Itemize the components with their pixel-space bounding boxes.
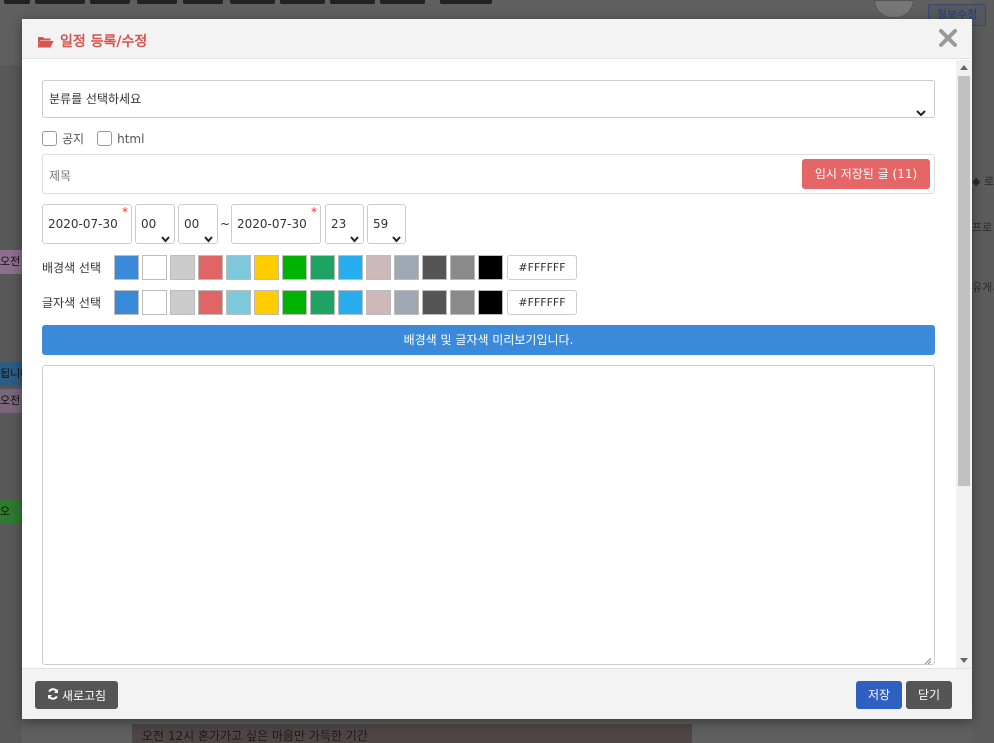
required-mark: *: [122, 205, 128, 219]
color-swatch[interactable]: [198, 289, 223, 315]
modal-footer: 새로고침 저장 닫기: [22, 668, 972, 719]
end-minute-select[interactable]: 59: [367, 204, 406, 244]
color-swatch[interactable]: [422, 289, 447, 315]
background-color-swatches: [114, 254, 506, 280]
color-swatch[interactable]: [394, 289, 419, 315]
background-sidebar-text: 프로: [972, 221, 993, 234]
start-minute-value: 00: [184, 217, 200, 231]
color-swatch[interactable]: [282, 289, 307, 315]
modal-scrollbar[interactable]: [956, 60, 972, 668]
start-date-input[interactable]: 2020-07-30 *: [42, 204, 132, 244]
color-preview-bar: 배경색 및 글자색 미리보기입니다.: [42, 325, 935, 355]
text-color-swatches: [114, 289, 506, 315]
content-textarea[interactable]: [42, 365, 935, 665]
close-icon[interactable]: [938, 28, 958, 48]
background-sidebar: [972, 0, 994, 743]
scroll-up-arrow-icon[interactable]: [960, 65, 968, 70]
background-color-input[interactable]: #FFFFFF: [507, 254, 577, 280]
html-checkbox-label: html: [117, 131, 145, 146]
color-swatch[interactable]: [198, 254, 223, 280]
date-separator: ~: [220, 217, 231, 231]
title-input[interactable]: 제목: [49, 167, 71, 184]
refresh-button-label: 새로고침: [61, 688, 107, 703]
color-swatch[interactable]: [114, 289, 139, 315]
color-swatch[interactable]: [338, 254, 363, 280]
text-color-input[interactable]: #FFFFFF: [507, 289, 577, 315]
background-event-bar: 오전 12시 혼가가고 싶은 마음만 가득한 기간: [132, 724, 692, 743]
scroll-down-arrow-icon[interactable]: [960, 658, 968, 663]
avatar: [874, 0, 914, 18]
start-hour-value: 00: [141, 217, 157, 231]
notice-checkbox[interactable]: [42, 131, 57, 146]
scrollbar-thumb[interactable]: [958, 76, 970, 486]
start-minute-select[interactable]: 00: [178, 204, 218, 244]
end-date-input[interactable]: 2020-07-30 *: [231, 204, 321, 244]
background-sidebar-text: 유게시: [972, 281, 994, 294]
background-sidebar-text: ◆ 로: [972, 175, 994, 188]
category-select[interactable]: 분류를 선택하세요: [42, 80, 935, 118]
end-hour-select[interactable]: 23: [325, 204, 364, 244]
chevron-down-icon: [916, 95, 926, 131]
background-event-tag: 오전: [0, 250, 22, 274]
color-swatch[interactable]: [338, 289, 363, 315]
modal-title: 일정 등록/수정: [37, 31, 147, 51]
color-swatch[interactable]: [450, 254, 475, 280]
required-mark: *: [311, 205, 317, 219]
save-button[interactable]: 저장: [856, 681, 902, 709]
color-swatch[interactable]: [478, 289, 503, 315]
modal-body: 분류를 선택하세요 공지 html 제목 임시 저장된 글 (11) 2020-…: [22, 60, 972, 668]
chevron-down-icon: [392, 220, 401, 258]
color-swatch[interactable]: [170, 289, 195, 315]
end-minute-value: 59: [373, 217, 389, 231]
chevron-down-icon: [161, 220, 170, 258]
modal-header: 일정 등록/수정: [22, 19, 972, 59]
close-button[interactable]: 닫기: [906, 681, 952, 709]
color-swatch[interactable]: [226, 254, 251, 280]
notice-checkbox-label: 공지: [62, 132, 85, 146]
color-swatch[interactable]: [310, 254, 335, 280]
refresh-icon: [47, 687, 59, 703]
background-top-tabs: [0, 0, 500, 4]
start-hour-select[interactable]: 00: [135, 204, 175, 244]
option-checkboxes: 공지 html: [42, 130, 152, 147]
temp-saved-button[interactable]: 임시 저장된 글 (11): [802, 159, 930, 189]
text-color-row: 글자색 선택 #FFFFFF: [42, 289, 577, 315]
background-color-row: 배경색 선택 #FFFFFF: [42, 254, 577, 280]
chevron-down-icon: [350, 220, 359, 258]
end-hour-value: 23: [331, 217, 347, 231]
background-event-tag: 오전: [0, 389, 22, 413]
color-swatch[interactable]: [422, 254, 447, 280]
color-swatch[interactable]: [254, 289, 279, 315]
folder-open-icon: [37, 35, 54, 48]
background-color-label: 배경색 선택: [42, 260, 102, 275]
color-swatch[interactable]: [366, 254, 391, 280]
color-swatch[interactable]: [142, 254, 167, 280]
color-swatch[interactable]: [282, 254, 307, 280]
modal-title-text: 일정 등록/수정: [60, 34, 148, 50]
background-event-tag: 오: [0, 500, 22, 524]
color-swatch[interactable]: [142, 289, 167, 315]
color-swatch[interactable]: [226, 289, 251, 315]
category-select-value: 분류를 선택하세요: [49, 92, 142, 106]
html-checkbox[interactable]: [97, 131, 113, 146]
color-swatch[interactable]: [254, 254, 279, 280]
title-field-row: 제목 임시 저장된 글 (11): [42, 154, 935, 194]
background-event-tag: 됩니다: [0, 362, 22, 386]
schedule-modal: 일정 등록/수정 분류를 선택하세요 공지 html 제목 임시 저장된 글 (…: [22, 19, 972, 719]
refresh-button[interactable]: 새로고침: [35, 681, 118, 709]
color-swatch[interactable]: [310, 289, 335, 315]
chevron-down-icon: [204, 220, 213, 258]
color-swatch[interactable]: [366, 289, 391, 315]
resize-grip-icon[interactable]: [924, 654, 932, 665]
color-swatch[interactable]: [394, 254, 419, 280]
end-date-value: 2020-07-30: [237, 217, 307, 231]
text-color-label: 글자색 선택: [42, 295, 102, 310]
color-swatch[interactable]: [478, 254, 503, 280]
color-swatch[interactable]: [450, 289, 475, 315]
color-swatch[interactable]: [114, 254, 139, 280]
start-date-value: 2020-07-30: [48, 217, 118, 231]
color-swatch[interactable]: [170, 254, 195, 280]
